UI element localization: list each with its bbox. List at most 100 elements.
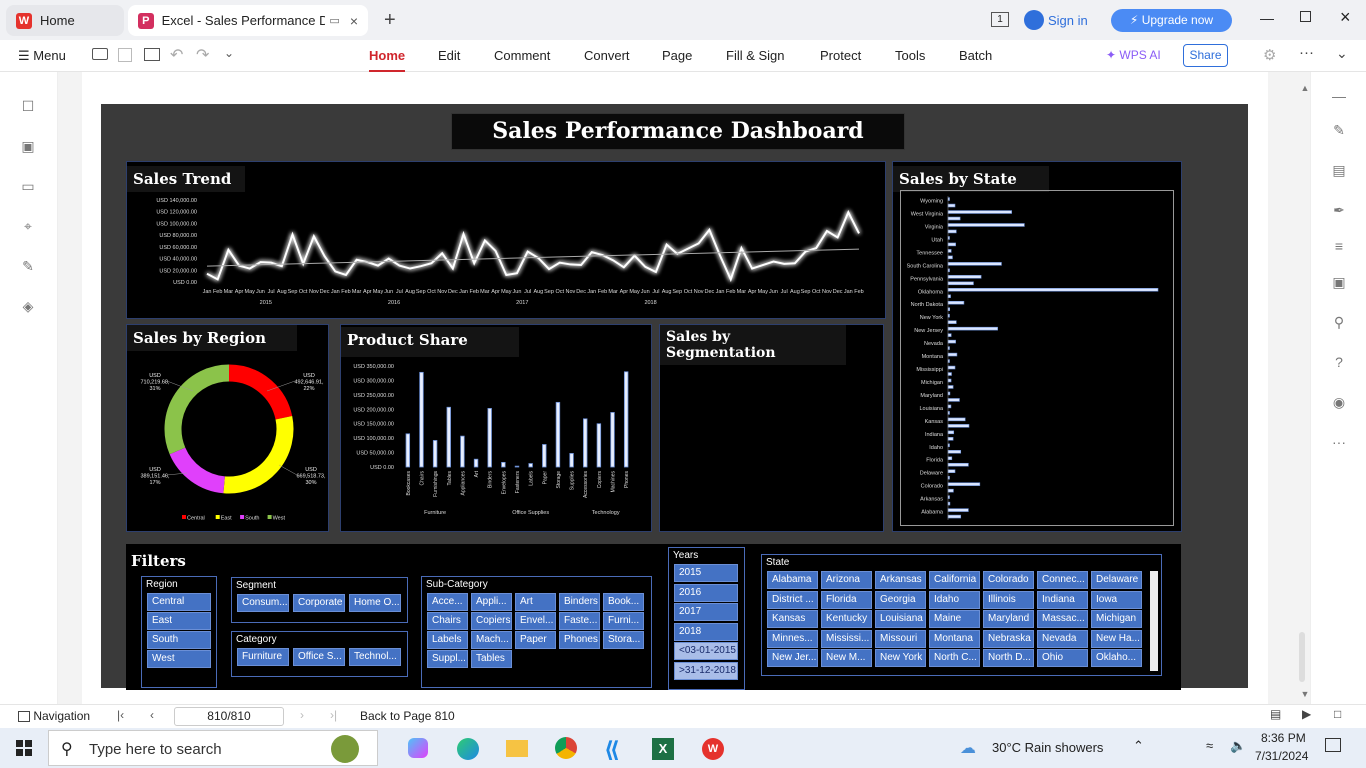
more-options-icon[interactable]: ···	[1299, 44, 1314, 61]
edge-icon[interactable]	[457, 738, 479, 760]
sales-trend-panel[interactable]: Sales Trend USD 140,000.00 USD 120,000.00…	[126, 161, 886, 319]
open-folder-icon[interactable]	[92, 48, 108, 60]
signature-icon[interactable]: ✎	[20, 258, 36, 274]
years-filter-item[interactable]: 2018	[674, 622, 738, 641]
comment-icon[interactable]: ▭	[20, 178, 36, 194]
vscode-icon[interactable]: ⟪	[604, 737, 620, 763]
subcategory-filter-item[interactable]: Faste...	[559, 612, 600, 630]
notification-icon[interactable]	[1325, 738, 1341, 752]
subcategory-filter-item[interactable]: Binders	[559, 593, 600, 611]
subcategory-filter-item[interactable]: Furni...	[603, 612, 644, 630]
region-filter-item[interactable]: Central	[147, 593, 211, 611]
state-filter-item[interactable]: Indiana	[1037, 590, 1088, 609]
document-icon[interactable]: ▤	[1331, 162, 1347, 178]
share-button[interactable]: Share	[1183, 44, 1228, 67]
region-filter-item[interactable]: South	[147, 631, 211, 649]
state-filter-item[interactable]: Missouri	[875, 629, 926, 648]
subcategory-filter-item[interactable]: Suppl...	[427, 650, 468, 668]
network-icon[interactable]: ≈	[1206, 738, 1213, 753]
state-filter-item[interactable]: Louisiana	[875, 610, 926, 628]
state-filter-item[interactable]: Delaware	[1091, 571, 1142, 589]
state-filter-item[interactable]: Colorado	[983, 571, 1034, 589]
undo-icon[interactable]: ↶	[170, 45, 183, 65]
volume-icon[interactable]: 🔈	[1230, 738, 1246, 754]
settings-gear-icon[interactable]: ⚙	[1263, 46, 1276, 64]
category-filter-item[interactable]: Furniture	[237, 648, 289, 666]
state-filter-item[interactable]: Iowa	[1091, 590, 1142, 609]
menu-button[interactable]: ☰ Menu	[18, 48, 66, 64]
scroll-up-icon[interactable]: ▲	[1297, 80, 1313, 96]
help-icon[interactable]: ?	[1331, 354, 1347, 370]
print-icon[interactable]	[144, 48, 160, 61]
view-icon[interactable]: ◉	[1331, 394, 1347, 410]
state-filter-item[interactable]: New M...	[821, 649, 872, 667]
state-slicer-scrollbar[interactable]	[1150, 571, 1158, 671]
new-tab-button[interactable]: +	[384, 9, 396, 32]
layout-icon[interactable]: ≡	[1331, 238, 1347, 254]
layers-icon[interactable]: ◈	[20, 298, 36, 314]
reading-mode-icon[interactable]: ▤	[1270, 707, 1281, 721]
close-tab-icon[interactable]: ×	[350, 13, 358, 29]
windows-start-icon[interactable]	[16, 740, 32, 756]
close-window-icon[interactable]: ×	[1340, 7, 1351, 28]
product-share-panel[interactable]: Product Share USD 350,000.00 USD 300,000.…	[340, 324, 652, 532]
subcategory-filter-item[interactable]: Phones	[559, 631, 600, 649]
collapse-panel-icon[interactable]: —	[1331, 88, 1347, 104]
menu-tab-page[interactable]: Page	[662, 48, 692, 63]
page-count-badge[interactable]: 1	[991, 12, 1009, 27]
state-filter-item[interactable]: Maine	[929, 610, 980, 628]
subcategory-filter-item[interactable]: Chairs	[427, 612, 468, 630]
state-filter-item[interactable]: Maryland	[983, 610, 1034, 628]
state-filter-item[interactable]: Alabama	[767, 571, 818, 589]
state-filter-item[interactable]: Massac...	[1037, 610, 1088, 628]
years-filter-item[interactable]: 2017	[674, 603, 738, 621]
subcategory-filter-item[interactable]: Book...	[603, 593, 644, 611]
copilot-icon[interactable]	[408, 738, 428, 758]
scroll-down-icon[interactable]: ▼	[1297, 686, 1313, 702]
chrome-icon[interactable]	[555, 737, 577, 759]
sales-by-region-panel[interactable]: Sales by Region USD 492,646.91, 22% USD 669,…	[126, 324, 329, 532]
state-filter-item[interactable]: Kansas	[767, 610, 818, 628]
tab-document[interactable]: P Excel - Sales Performance Dasl ▭ ×	[128, 5, 368, 36]
search-icon[interactable]: ⚲	[1331, 314, 1347, 330]
fit-page-icon[interactable]: □	[1334, 707, 1341, 721]
navigation-button[interactable]: Navigation	[18, 709, 90, 723]
state-filter-item[interactable]: Idaho	[929, 590, 980, 609]
first-page-icon[interactable]: |‹	[117, 708, 124, 722]
segment-filter-item[interactable]: Home O...	[349, 594, 401, 612]
tray-chevron-icon[interactable]: ⌃	[1133, 738, 1144, 754]
state-filter-item[interactable]: Michigan	[1091, 610, 1142, 628]
state-filter-item[interactable]: Minnes...	[767, 629, 818, 648]
region-filter-item[interactable]: East	[147, 612, 211, 630]
state-filter-item[interactable]: Oklaho...	[1091, 649, 1142, 667]
state-filter-item[interactable]: Connec...	[1037, 571, 1088, 589]
page-number-input[interactable]: 810/810	[174, 707, 284, 726]
state-filter-item[interactable]: New Jer...	[767, 649, 818, 667]
redo-icon[interactable]: ↷	[196, 45, 209, 65]
subcategory-filter-item[interactable]: Tables	[471, 650, 512, 668]
clipboard-icon[interactable]: ▣	[1331, 274, 1347, 290]
state-filter-item[interactable]: Mississi...	[821, 629, 872, 648]
years-filter-item[interactable]: >31-12-2018	[674, 661, 738, 680]
state-filter-item[interactable]: Kentucky	[821, 610, 872, 628]
bookmark-icon[interactable]: ☐	[20, 98, 36, 114]
clock-time[interactable]: 8:36 PM	[1261, 731, 1306, 745]
sign-tool-icon[interactable]: ✒	[1331, 202, 1347, 218]
state-filter-item[interactable]: Florida	[821, 590, 872, 609]
sign-in-link[interactable]: Sign in	[1048, 13, 1088, 28]
edit-text-icon[interactable]: ✎	[1331, 122, 1347, 138]
weather-text[interactable]: 30°C Rain showers	[992, 740, 1103, 755]
user-avatar-icon[interactable]	[1024, 10, 1044, 30]
subcategory-filter-item[interactable]: Paper	[515, 631, 556, 649]
subcategory-filter-item[interactable]: Envel...	[515, 612, 556, 630]
subcategory-filter-item[interactable]: Acce...	[427, 593, 468, 611]
clock-date[interactable]: 7/31/2024	[1255, 749, 1308, 763]
back-to-page-link[interactable]: Back to Page 810	[360, 709, 455, 723]
play-icon[interactable]: ▶	[1302, 707, 1311, 721]
menu-tab-protect[interactable]: Protect	[820, 48, 861, 63]
state-filter-item[interactable]: New York	[875, 649, 926, 667]
thumbnail-icon[interactable]: ▣	[20, 138, 36, 154]
menu-tab-batch[interactable]: Batch	[959, 48, 992, 63]
sales-by-segmentation-panel[interactable]: Sales by Segmentation	[659, 324, 884, 532]
state-filter-item[interactable]: Ohio	[1037, 649, 1088, 667]
